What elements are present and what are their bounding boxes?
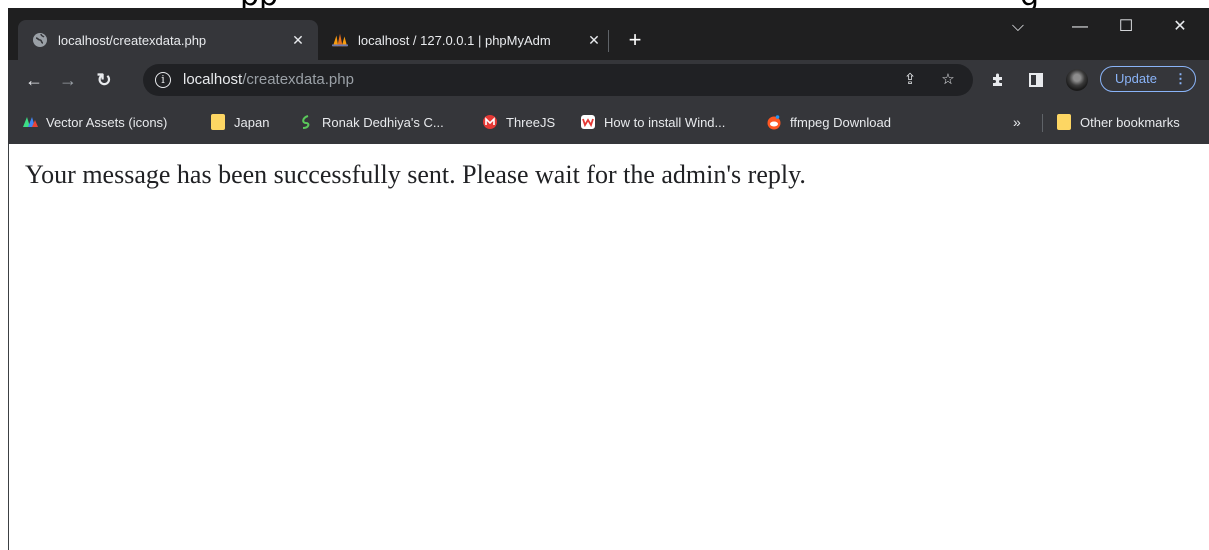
- star-icon[interactable]: ☆: [939, 71, 957, 89]
- bookmark-ronak[interactable]: Ronak Dedhiya's C...: [298, 112, 444, 132]
- address-bar[interactable]: i localhost/createxdata.php ⇪ ☆: [143, 64, 973, 96]
- bookmark-label: Japan: [234, 114, 270, 130]
- folder-icon: [210, 114, 226, 130]
- more-menu-icon[interactable]: ⋮: [1174, 67, 1187, 91]
- tab-search-icon[interactable]: ⌵: [998, 12, 1038, 42]
- wind-icon: [580, 114, 596, 130]
- close-window-button[interactable]: ✕: [1160, 12, 1200, 42]
- toolbar: ← → ↻ i localhost/createxdata.php ⇪ ☆ Up…: [8, 60, 1209, 100]
- bookmark-japan[interactable]: Japan: [210, 112, 269, 132]
- tab-close-icon[interactable]: ✕: [288, 32, 308, 49]
- folder-icon: [1056, 114, 1072, 130]
- tab-title: localhost/createxdata.php: [58, 32, 207, 48]
- tab-title: localhost / 127.0.0.1 | phpMyAdm: [358, 32, 551, 48]
- bookmark-label: ThreeJS: [506, 114, 556, 130]
- bookmark-label: Ronak Dedhiya's C...: [322, 114, 444, 130]
- bookmarks-overflow-button[interactable]: »: [1013, 112, 1021, 132]
- cropped-text-fragment: pp: [240, 0, 278, 8]
- maximize-button[interactable]: ☐: [1106, 12, 1146, 42]
- success-message: Your message has been successfully sent.…: [25, 160, 806, 189]
- bookmarks-bar: Vector Assets (icons) Japan Ronak Dedhiy…: [8, 100, 1209, 144]
- address-url: localhost/createxdata.php: [183, 71, 354, 88]
- bookmark-label: How to install Wind...: [604, 114, 726, 130]
- browser-chrome: localhost/createxdata.php ✕ localhost / …: [8, 8, 1209, 144]
- vector-assets-icon: [22, 114, 38, 130]
- other-bookmarks-label: Other bookmarks: [1080, 114, 1180, 130]
- minimize-button[interactable]: —: [1060, 12, 1100, 42]
- bookmark-ffmpeg[interactable]: ffmpeg Download: [766, 112, 891, 132]
- bookmark-threejs[interactable]: ThreeJS: [482, 112, 555, 132]
- other-bookmarks[interactable]: Other bookmarks: [1056, 112, 1180, 132]
- reload-icon[interactable]: ↻: [90, 66, 118, 94]
- tab-createxdata[interactable]: localhost/createxdata.php ✕: [18, 20, 318, 60]
- url-path: /createxdata.php: [242, 71, 354, 88]
- url-host: localhost: [183, 71, 243, 88]
- cropped-background: pp g: [0, 0, 1209, 8]
- tab-close-icon[interactable]: ✕: [584, 32, 604, 49]
- profile-avatar[interactable]: [1066, 69, 1088, 91]
- tab-phpmyadmin[interactable]: localhost / 127.0.0.1 | phpMyAdm ✕: [318, 20, 614, 60]
- tab-divider: [608, 30, 609, 52]
- bookmark-label: Vector Assets (icons): [46, 114, 168, 130]
- tab-strip: localhost/createxdata.php ✕ localhost / …: [8, 8, 1209, 60]
- forward-arrow-icon[interactable]: →: [54, 66, 82, 94]
- update-button[interactable]: Update ⋮: [1100, 66, 1196, 92]
- share-icon[interactable]: ⇪: [901, 71, 919, 89]
- site-info-icon[interactable]: i: [155, 72, 171, 88]
- side-panel-icon[interactable]: [1024, 68, 1048, 92]
- globe-icon: [32, 32, 48, 48]
- bookmark-label: ffmpeg Download: [790, 114, 891, 130]
- bookmarks-divider: [1042, 114, 1043, 132]
- threejs-icon: [482, 114, 498, 130]
- update-label: Update: [1115, 71, 1157, 86]
- bookmark-how-to-install[interactable]: How to install Wind...: [580, 112, 725, 132]
- new-tab-button[interactable]: +: [621, 26, 649, 54]
- extensions-icon[interactable]: [986, 68, 1010, 92]
- cropped-text-fragment: g: [1020, 0, 1039, 8]
- ffmpeg-icon: [766, 114, 782, 130]
- phpmyadmin-icon: [332, 32, 348, 48]
- ronak-icon: [298, 114, 314, 130]
- bookmark-vector-assets[interactable]: Vector Assets (icons): [22, 112, 167, 132]
- page-content: Your message has been successfully sent.…: [8, 144, 1209, 550]
- back-arrow-icon[interactable]: ←: [20, 66, 48, 94]
